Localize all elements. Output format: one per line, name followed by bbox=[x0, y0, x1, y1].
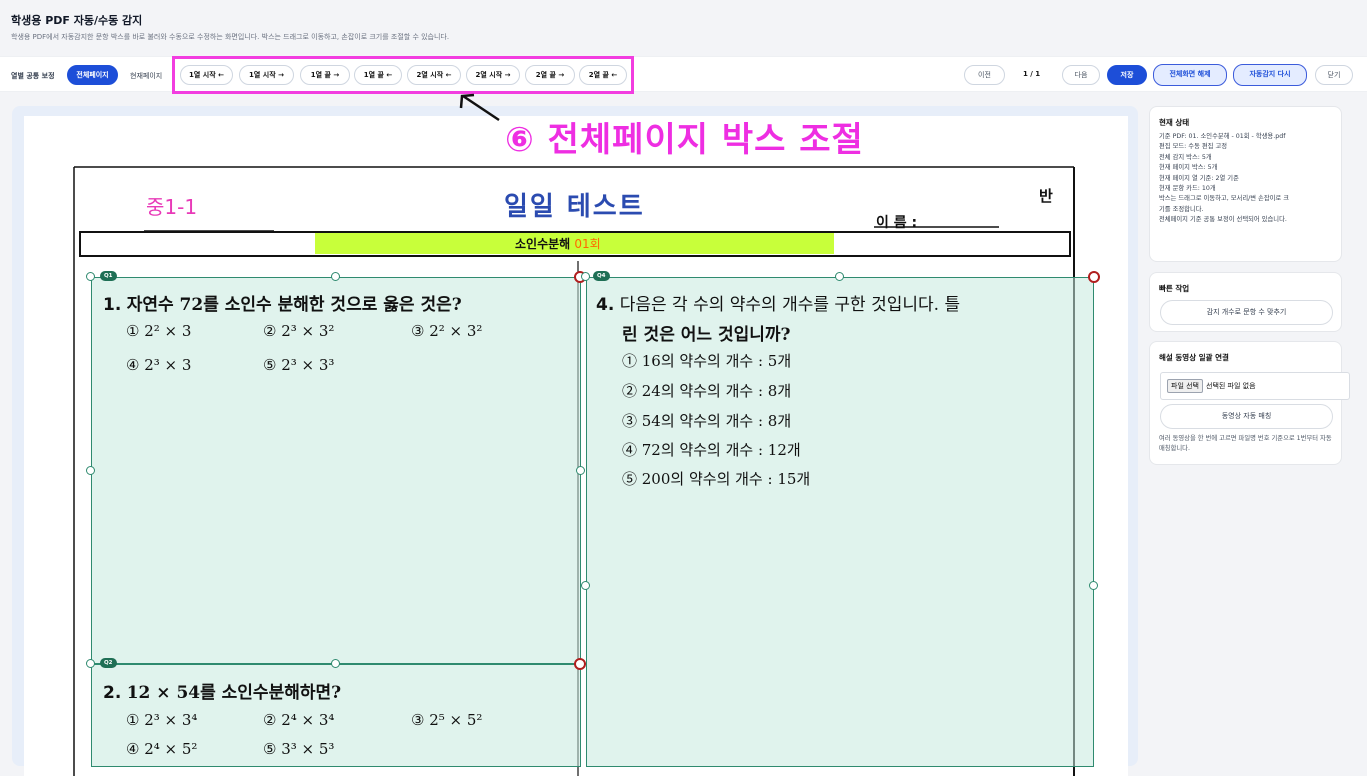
exam-title: 일일 테스트 bbox=[504, 192, 645, 222]
video-file-input[interactable]: 파일 선택 선택된 파일 없음 bbox=[1160, 372, 1350, 400]
q2-choice-1: ① 2³ × 3⁴ bbox=[126, 711, 198, 729]
q4-choice-4: ④ 72의 약수의 개수 : 12개 bbox=[622, 441, 801, 459]
q4-choice-1: ① 16의 약수의 개수 : 5개 bbox=[622, 352, 792, 370]
resize-handle[interactable] bbox=[86, 659, 95, 668]
redetect-button[interactable]: 자동감지 다시 bbox=[1233, 64, 1307, 86]
scrollbar[interactable] bbox=[1360, 95, 1367, 763]
video-auto-match-button[interactable]: 동영상 자동 매칭 bbox=[1160, 404, 1333, 429]
question-tag-q2: Q2 bbox=[100, 658, 117, 668]
quick-card-title: 빠른 작업 bbox=[1159, 284, 1190, 293]
save-button[interactable]: 저장 bbox=[1107, 65, 1147, 85]
scope-current-page-button[interactable]: 현재페이지 bbox=[130, 71, 162, 81]
status-line: 현재 페이지 열 기준: 2열 기준 bbox=[1159, 174, 1239, 182]
next-button[interactable]: 다음 bbox=[1062, 65, 1100, 85]
name-label: 이 름 : bbox=[876, 215, 918, 231]
question-4-text-line1: 4. 다음은 각 수의 약수의 개수를 구한 것입니다. 틀 bbox=[596, 290, 960, 315]
question-2-text: 2. 12 × 54를 소인수분해하면? bbox=[103, 678, 341, 703]
fit-question-count-button[interactable]: 감지 개수로 문항 수 맞추기 bbox=[1160, 300, 1333, 325]
file-select-button[interactable]: 파일 선택 bbox=[1167, 379, 1203, 393]
annotation-arrow-icon bbox=[459, 93, 500, 122]
resize-handle[interactable] bbox=[86, 466, 95, 475]
close-button[interactable]: 닫기 bbox=[1315, 65, 1353, 85]
q1-choice-4: ④ 2³ × 3 bbox=[126, 356, 192, 374]
question-1-body: 자연수 72를 소인수 분해한 것으로 옳은 것은? bbox=[126, 295, 462, 315]
q2-choice-5: ⑤ 3³ × 5³ bbox=[263, 740, 335, 758]
status-line: 기준 PDF: 01. 소인수분해 - 01회 - 학생용.pdf bbox=[1159, 133, 1286, 140]
question-4-number: 4. bbox=[596, 295, 615, 315]
resize-handle[interactable] bbox=[576, 466, 585, 475]
quick-actions-card: 빠른 작업 감지 개수로 문항 수 맞추기 bbox=[1149, 272, 1342, 332]
status-line: 현재 문항 카드: 10개 bbox=[1159, 185, 1216, 193]
question-2-body: 12 × 54를 소인수분해하면? bbox=[126, 683, 342, 703]
video-card-title: 해설 동영상 일괄 연결 bbox=[1159, 353, 1229, 362]
unit-name: 소인수분해 bbox=[515, 237, 571, 251]
q1-choice-3: ③ 2² × 3² bbox=[411, 322, 483, 340]
annotation-highlight-box bbox=[172, 56, 634, 94]
resize-handle[interactable] bbox=[835, 272, 844, 281]
question-1-text: 1. 자연수 72를 소인수 분해한 것으로 옳은 것은? bbox=[103, 290, 462, 315]
unit-round: 01회 bbox=[574, 237, 601, 251]
resize-handle[interactable] bbox=[1089, 581, 1098, 590]
q4-choice-2: ② 24의 약수의 개수 : 8개 bbox=[622, 382, 792, 400]
status-card: 현재 상태 기준 PDF: 01. 소인수분해 - 01회 - 학생용.pdf … bbox=[1149, 106, 1342, 262]
status-line: 전체페이지 기준 공통 보정이 선택되어 있습니다. bbox=[1159, 216, 1287, 224]
question-tag-q4: Q4 bbox=[593, 271, 610, 281]
q1-choice-2: ② 2³ × 3² bbox=[263, 322, 335, 340]
status-card-title: 현재 상태 bbox=[1159, 118, 1190, 127]
q4-choice-5: ⑤ 200의 약수의 개수 : 15개 bbox=[622, 470, 811, 488]
page-title: 학생용 PDF 자동/수동 감지 bbox=[11, 14, 143, 27]
resize-handle[interactable] bbox=[86, 272, 95, 281]
page-indicator: 1 / 1 bbox=[1023, 70, 1041, 78]
resize-handle[interactable] bbox=[574, 658, 586, 670]
resize-handle[interactable] bbox=[331, 659, 340, 668]
exam-grade: 중1-1 bbox=[146, 195, 198, 219]
question-tag-q1: Q1 bbox=[100, 271, 117, 281]
video-card-note: 여러 동영상을 한 번에 고르면 파일명 번호 기준으로 1번부터 자동 매칭합… bbox=[1159, 435, 1332, 452]
exit-fullscreen-button[interactable]: 전체화면 해제 bbox=[1153, 64, 1227, 86]
q2-choice-2: ② 2⁴ × 3⁴ bbox=[263, 711, 335, 729]
resize-handle[interactable] bbox=[1088, 271, 1100, 283]
status-line: 전체 감지 박스: 5개 bbox=[1159, 153, 1212, 161]
prev-button[interactable]: 이전 bbox=[964, 65, 1005, 85]
annotation-label: ⑥ 전체페이지 박스 조절 bbox=[505, 120, 864, 160]
q2-choice-3: ③ 2⁵ × 5² bbox=[411, 711, 483, 729]
resize-handle[interactable] bbox=[581, 581, 590, 590]
page-subtitle: 학생용 PDF에서 자동감지한 문항 박스를 바로 불러와 수동으로 수정하는 … bbox=[11, 33, 450, 41]
question-4-body-1: 다음은 각 수의 약수의 개수를 구한 것입니다. 틀 bbox=[619, 295, 961, 315]
q1-choice-1: ① 2² × 3 bbox=[126, 322, 192, 340]
status-line: 현재 페이지 박스: 5개 bbox=[1159, 164, 1218, 172]
status-lines: 기준 PDF: 01. 소인수분해 - 01회 - 학생용.pdf 편집 모드:… bbox=[1159, 132, 1332, 226]
file-status: 선택된 파일 없음 bbox=[1206, 382, 1256, 390]
class-label: 반 bbox=[1039, 187, 1053, 205]
question-4-text-line2: 린 것은 어느 것입니까? bbox=[622, 325, 791, 345]
column-adjust-label: 열별 공통 보정 bbox=[11, 72, 55, 80]
question-2-number: 2. bbox=[103, 683, 122, 703]
scope-all-page-button[interactable]: 전체페이지 bbox=[67, 65, 118, 85]
resize-handle[interactable] bbox=[331, 272, 340, 281]
resize-handle[interactable] bbox=[581, 272, 590, 281]
status-line: 박스는 드래그로 이동하고, 모서리/변 손잡이로 크 bbox=[1159, 195, 1289, 203]
status-line: 기를 조정합니다. bbox=[1159, 205, 1204, 213]
video-link-card: 해설 동영상 일괄 연결 파일 선택 선택된 파일 없음 동영상 자동 매칭 여러… bbox=[1149, 341, 1350, 465]
q1-choice-5: ⑤ 2³ × 3³ bbox=[263, 356, 335, 374]
question-1-number: 1. bbox=[103, 295, 122, 315]
unit-label: 소인수분해 01회 bbox=[515, 235, 601, 252]
status-line: 편집 모드: 수동 편집 고정 bbox=[1159, 143, 1228, 151]
q2-choice-4: ④ 2⁴ × 5² bbox=[126, 740, 198, 758]
page-header: 학생용 PDF 자동/수동 감지 학생용 PDF에서 자동감지한 문항 박스를 … bbox=[0, 0, 1367, 48]
q4-choice-3: ③ 54의 약수의 개수 : 8개 bbox=[622, 412, 792, 430]
